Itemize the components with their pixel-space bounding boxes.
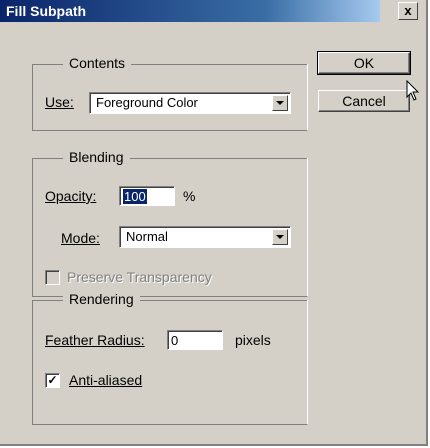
blending-group-label: Blending (63, 149, 130, 165)
opacity-value: 100 (123, 189, 147, 204)
cancel-button[interactable]: Cancel (318, 90, 410, 112)
preserve-transparency-checkbox[interactable] (45, 270, 60, 285)
use-select-value: Foreground Color (96, 95, 198, 110)
use-label: Use: (45, 94, 74, 110)
mode-select[interactable]: Normal (119, 226, 291, 248)
fill-subpath-dialog: Fill Subpath x Contents Use: Foreground … (0, 0, 428, 446)
rendering-group: Rendering Feather Radius: 0 pixels ✓ Ant… (32, 291, 308, 425)
opacity-label: Opacity: (45, 188, 96, 204)
rendering-group-label: Rendering (63, 291, 140, 307)
mode-select-value: Normal (126, 229, 168, 244)
feather-radius-label: Feather Radius: (45, 332, 145, 348)
opacity-input[interactable]: 100 (119, 186, 175, 206)
opacity-label-text: Opacity: (45, 188, 97, 204)
chevron-down-icon[interactable] (272, 95, 288, 111)
blending-group: Blending Opacity: 100 % Mode: Normal Pre… (32, 149, 308, 297)
mode-label: Mode: (61, 230, 100, 246)
anti-aliased-checkbox[interactable]: ✓ (45, 373, 60, 388)
cancel-button-label: Cancel (342, 93, 386, 109)
arrow-pointer-icon (406, 80, 420, 101)
ok-button-label: OK (353, 55, 375, 71)
ok-button[interactable]: OK (317, 51, 411, 75)
dialog-title: Fill Subpath (6, 3, 87, 19)
contents-group-label: Contents (63, 55, 132, 71)
use-select[interactable]: Foreground Color (89, 92, 291, 114)
feather-radius-value: 0 (171, 333, 179, 348)
feather-radius-input[interactable]: 0 (167, 330, 223, 350)
close-button[interactable]: x (398, 2, 418, 20)
preserve-transparency-label: Preserve Transparency (67, 269, 212, 285)
contents-group: Contents Use: Foreground Color (32, 55, 308, 131)
anti-aliased-label: Anti-aliased (69, 372, 143, 388)
opacity-unit: % (183, 188, 196, 204)
feather-radius-unit: pixels (235, 332, 271, 348)
chevron-down-icon[interactable] (272, 229, 288, 245)
title-bar[interactable]: Fill Subpath (0, 0, 380, 22)
checkmark-icon: ✓ (47, 373, 58, 387)
